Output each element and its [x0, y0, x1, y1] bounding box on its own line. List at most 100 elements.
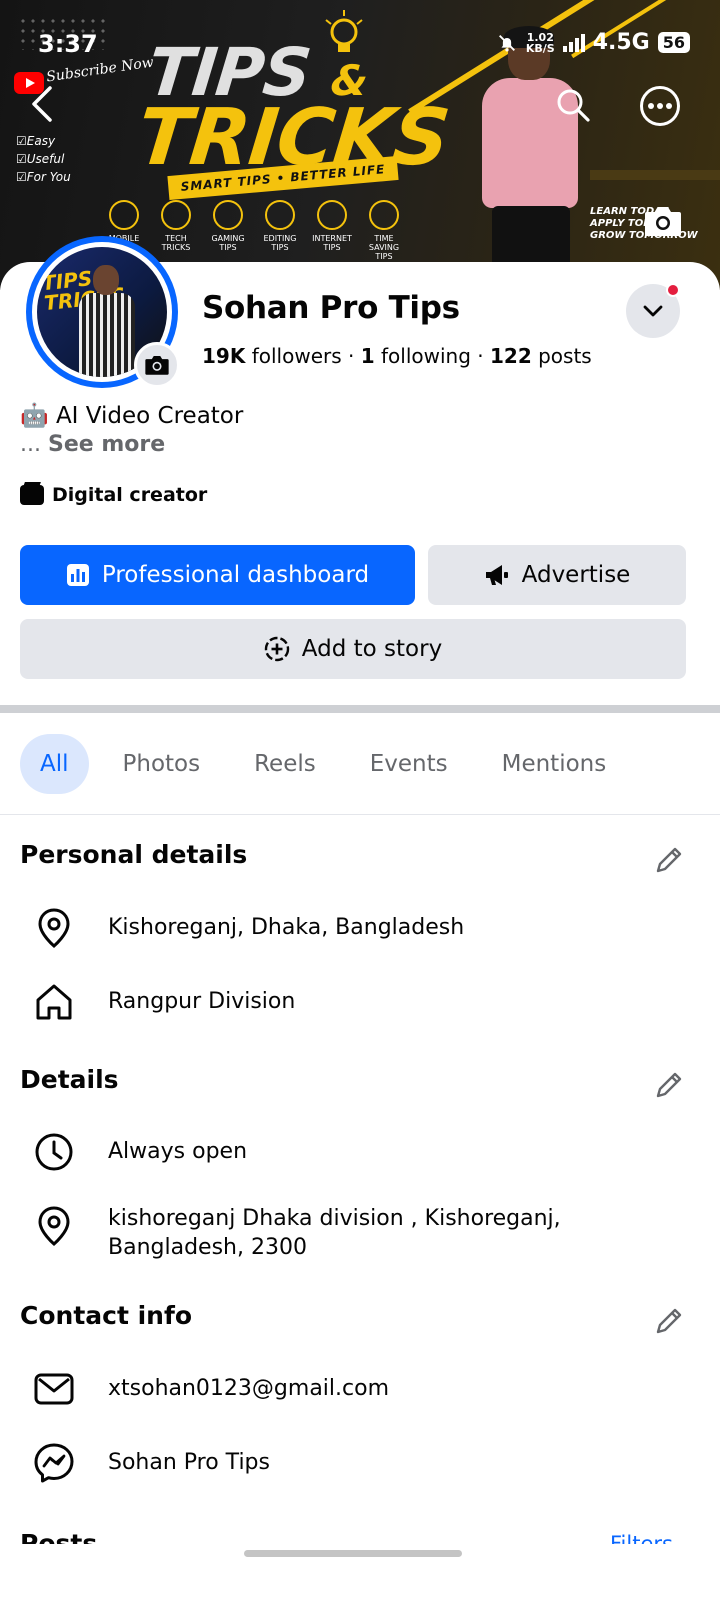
cover-category-label: GAMING TIPS [211, 234, 245, 252]
cover-category: TIME SAVING TIPS [360, 200, 408, 261]
cover-category-label: TIME SAVING TIPS [368, 234, 400, 261]
profile-tabs: All Photos Reels Events Mentions [20, 734, 640, 794]
cover-category-label: INTERNET TIPS [312, 234, 352, 252]
megaphone-icon [485, 565, 508, 585]
signal-icon [562, 33, 585, 52]
address-line2: Bangladesh, 2300 [108, 1235, 307, 1260]
battery-icon: 56 [657, 32, 690, 53]
network-speed: 1.02 KB/S [526, 32, 555, 54]
advertise-button[interactable]: Advertise [428, 545, 686, 605]
cover-category: TECH TRICKS [152, 200, 200, 261]
edit-details-pencil-icon[interactable] [652, 1068, 686, 1102]
category-icon [265, 200, 295, 230]
network-type: 4.5G [592, 30, 650, 55]
followers-count: 19K [202, 344, 246, 368]
see-more-link[interactable]: ... See more [20, 432, 165, 457]
hours-row: Always open [32, 1130, 247, 1174]
status-time: 3:37 [38, 30, 98, 58]
add-to-story-label: Add to story [301, 636, 443, 662]
envelope-icon [32, 1367, 76, 1411]
status-bar: 3:37 1.02 KB/S 4.5G 56 [0, 0, 720, 90]
search-icon [557, 89, 590, 122]
filters-link[interactable]: Filters [610, 1530, 673, 1544]
location-pin-icon [32, 1204, 76, 1248]
cover-checklist-item: Useful [16, 150, 71, 168]
details-title: Details [20, 1065, 119, 1094]
messenger-row[interactable]: Sohan Pro Tips [32, 1441, 270, 1485]
category-icon [109, 200, 139, 230]
page-category-label: Digital creator [52, 484, 208, 506]
personal-details-title: Personal details [20, 840, 248, 869]
network-speed-value: 1.02 [526, 30, 554, 44]
professional-dashboard-label: Professional dashboard [101, 562, 370, 588]
home-indicator[interactable] [244, 1550, 462, 1557]
email-row[interactable]: xtsohan0123@gmail.com [32, 1367, 389, 1411]
cover-decor-desk [590, 170, 720, 180]
category-icon [317, 200, 347, 230]
add-to-story-button[interactable]: Add to story [20, 619, 686, 679]
category-icon [161, 200, 191, 230]
status-icons: 1.02 KB/S 4.5G 56 [496, 30, 690, 55]
cover-category-label: EDITING TIPS [263, 234, 297, 252]
more-dots-icon [648, 103, 672, 109]
location-pin-icon [32, 906, 76, 950]
professional-dashboard-button[interactable]: Professional dashboard [20, 545, 415, 605]
tab-events[interactable]: Events [350, 734, 468, 794]
edit-personal-details-pencil-icon[interactable] [652, 843, 686, 877]
more-options-button[interactable] [640, 86, 680, 126]
robot-icon: 🤖 [20, 403, 49, 429]
bio-text: 🤖 AI Video Creator [20, 402, 243, 429]
chevron-down-icon [643, 305, 663, 317]
page-category: Digital creator [20, 484, 207, 506]
search-button[interactable] [552, 84, 594, 126]
profile-picture-person-body [79, 293, 135, 377]
tab-mentions[interactable]: Mentions [482, 734, 627, 794]
address-row: kishoreganj Dhaka division , Kishoreganj… [32, 1204, 561, 1262]
edit-cover-photo-button[interactable] [642, 202, 684, 240]
page-title: Sohan Pro Tips [202, 290, 460, 326]
posts-count: 122 [490, 344, 532, 368]
profile-stats[interactable]: 19K followers · 1 following · 122 posts [202, 344, 592, 368]
cover-checklist-item: Easy [16, 132, 71, 150]
location-text: Kishoreganj, Dhaka, Bangladesh [108, 915, 465, 940]
category-icon [369, 200, 399, 230]
tab-reels[interactable]: Reels [234, 734, 336, 794]
see-more-prefix: ... [20, 432, 41, 457]
network-speed-unit: KB/S [525, 41, 555, 55]
profile-picture-person-head [93, 265, 119, 295]
home-icon [32, 980, 76, 1024]
cover-checklist: Easy Useful For You [16, 132, 71, 186]
category-icon [213, 200, 243, 230]
following-count: 1 [360, 344, 375, 368]
clock-icon [32, 1130, 76, 1174]
cover-category: INTERNET TIPS [308, 200, 356, 261]
cover-category-label: TECH TRICKS [161, 234, 191, 252]
clapperboard-icon [20, 485, 44, 505]
cover-category: GAMING TIPS [204, 200, 252, 261]
camera-icon [145, 355, 169, 375]
camera-icon [645, 207, 681, 236]
see-more-label: See more [47, 432, 166, 457]
following-label: following [381, 344, 471, 368]
dashboard-chart-icon [66, 564, 89, 586]
tab-photos[interactable]: Photos [103, 734, 221, 794]
add-story-icon [264, 636, 289, 662]
cover-checklist-item: For You [16, 168, 71, 186]
bell-muted-icon [498, 34, 515, 52]
chevron-left-icon [32, 86, 52, 122]
address-text: kishoreganj Dhaka division , Kishoreganj… [108, 1204, 561, 1262]
messenger-text: Sohan Pro Tips [108, 1450, 270, 1475]
back-button[interactable] [22, 82, 62, 126]
tab-all[interactable]: All [20, 734, 89, 794]
cover-category: EDITING TIPS [256, 200, 304, 261]
advertise-label: Advertise [521, 562, 631, 588]
followers-label: followers [251, 344, 342, 368]
hometown-row: Rangpur Division [32, 980, 295, 1024]
address-line1: kishoreganj Dhaka division , Kishoreganj… [108, 1206, 561, 1231]
section-divider [0, 705, 720, 713]
edit-profile-picture-button[interactable] [134, 342, 180, 388]
edit-contact-info-pencil-icon[interactable] [652, 1304, 686, 1338]
tabs-divider [0, 814, 720, 815]
bio-label: AI Video Creator [55, 403, 244, 429]
hometown-text: Rangpur Division [108, 989, 296, 1014]
